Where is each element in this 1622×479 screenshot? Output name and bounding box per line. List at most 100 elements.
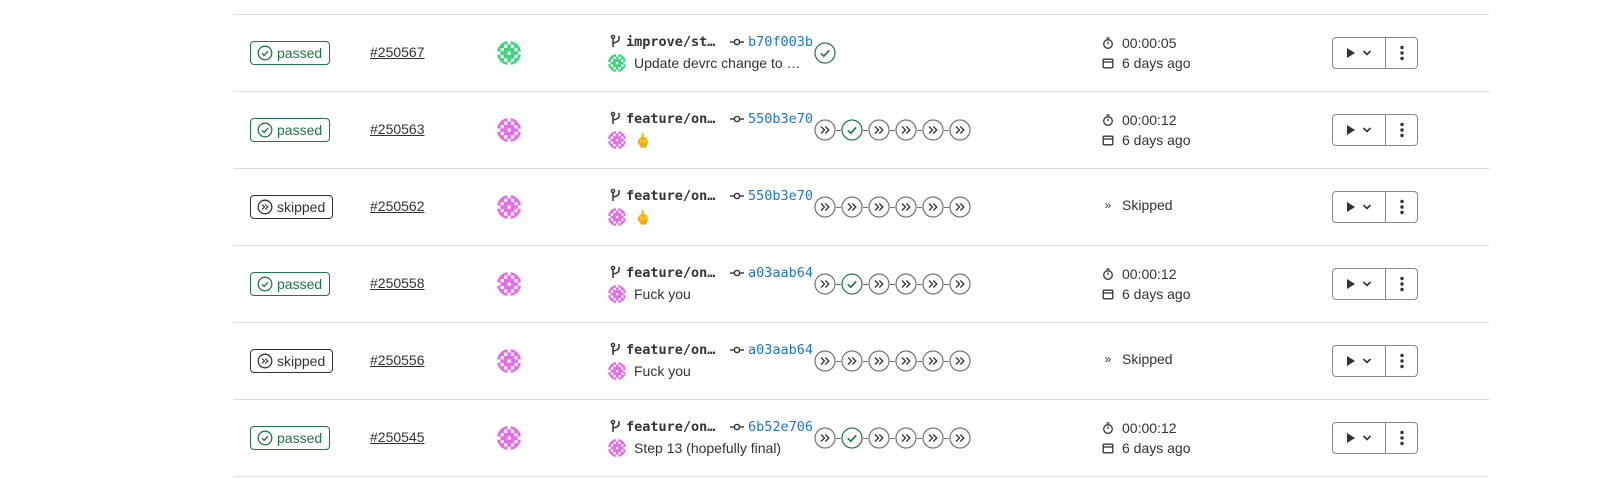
stage-skipped-icon[interactable] [868,196,890,218]
kebab-icon [1399,122,1404,138]
user-avatar[interactable] [497,349,521,373]
branch-link[interactable]: feature/onp… [626,265,722,281]
run-manual-job-dropdown[interactable] [1332,345,1386,377]
stage-skipped-icon[interactable] [949,273,971,295]
stage-skipped-icon[interactable] [949,350,971,372]
stage-skipped-icon[interactable] [868,119,890,141]
pipeline-id-link[interactable]: #250545 [370,429,425,445]
user-avatar[interactable] [497,272,521,296]
user-avatar[interactable] [497,41,521,65]
stage-skipped-icon[interactable] [895,350,917,372]
run-manual-job-dropdown[interactable] [1332,422,1386,454]
duration-text: 00:00:05 [1122,35,1177,51]
stage-skipped-icon[interactable] [841,196,863,218]
commit-sha-link[interactable]: b70f003b [748,34,813,50]
commit-title-link[interactable]: 🖕 [634,132,651,149]
user-avatar[interactable] [497,195,521,219]
status-badge[interactable]: passed [250,272,331,296]
stage-skipped-icon[interactable] [814,119,836,141]
commit-author-avatar[interactable] [608,208,626,226]
stage-skipped-icon[interactable] [922,119,944,141]
commit-sha-link[interactable]: 6b52e706 [748,419,813,435]
pipeline-id-link[interactable]: #250563 [370,121,425,137]
stage-skipped-icon[interactable] [949,427,971,449]
pipeline-stages [814,350,971,372]
more-actions-button[interactable] [1386,345,1418,377]
stage-skipped-icon[interactable] [949,119,971,141]
commit-author-avatar[interactable] [608,54,626,72]
more-actions-button[interactable] [1386,268,1418,300]
commit-author-avatar[interactable] [608,285,626,303]
more-actions-button[interactable] [1386,191,1418,223]
branch-link[interactable]: feature/onp… [626,188,722,204]
stage-skipped-icon[interactable] [814,196,836,218]
commit-sha-link[interactable]: 550b3e70 [748,111,813,127]
status-badge[interactable]: passed [250,426,331,450]
pipeline-row: passed #250558 feature/onp… a03aab64 Fuc… [234,246,1489,323]
branch-link[interactable]: feature/onp… [626,342,722,358]
commit-title-link[interactable]: Fuck you [634,363,691,379]
run-manual-job-dropdown[interactable] [1332,37,1386,69]
status-badge[interactable]: skipped [250,195,334,219]
chevron-down-icon [1362,49,1372,57]
status-badge[interactable]: skipped [250,349,334,373]
run-manual-job-dropdown[interactable] [1332,268,1386,300]
stage-skipped-icon[interactable] [922,196,944,218]
status-badge[interactable]: passed [250,41,331,65]
commit-author-avatar[interactable] [608,131,626,149]
stage-skipped-icon[interactable] [895,427,917,449]
branch-link[interactable]: feature/onp… [626,111,722,127]
stage-skipped-icon[interactable] [814,427,836,449]
pipeline-timing: 00:00:12 6 days ago [1102,264,1191,304]
commit-sha-link[interactable]: a03aab64 [748,265,813,281]
stage-skipped-icon[interactable] [868,273,890,295]
pipeline-skipped-timing: » Skipped [1102,197,1173,213]
stage-skipped-icon[interactable] [895,119,917,141]
status-icon [257,353,273,369]
table-top-divider [234,0,1489,15]
stage-passed-icon[interactable] [841,427,863,449]
stage-skipped-icon[interactable] [922,427,944,449]
user-avatar[interactable] [497,426,521,450]
stage-skipped-icon[interactable] [841,350,863,372]
stage-skipped-icon[interactable] [868,350,890,372]
commit-title-link[interactable]: Step 13 (hopefully final) [634,440,781,456]
commit-author-avatar[interactable] [608,439,626,457]
commit-title-link[interactable]: Update devrc change to … [634,55,801,71]
more-actions-button[interactable] [1386,37,1418,69]
run-manual-job-dropdown[interactable] [1332,114,1386,146]
stage-skipped-icon[interactable] [949,196,971,218]
stage-skipped-icon[interactable] [868,427,890,449]
more-actions-button[interactable] [1386,114,1418,146]
stage-skipped-icon[interactable] [895,196,917,218]
more-actions-button[interactable] [1386,422,1418,454]
commit-sha-link[interactable]: a03aab64 [748,342,813,358]
pipeline-id-link[interactable]: #250562 [370,198,425,214]
branch-link[interactable]: improve/stg… [626,34,722,50]
pipeline-row: skipped #250556 feature/onp… a03aab64 Fu… [234,323,1489,400]
skipped-text: Skipped [1122,351,1173,367]
ref-line: feature/onp… 550b3e70 [610,186,813,206]
stage-skipped-icon[interactable] [922,273,944,295]
pipeline-id-link[interactable]: #250567 [370,44,425,60]
commit-author-avatar[interactable] [608,362,626,380]
commit-title-link[interactable]: Fuck you [634,286,691,302]
stage-passed-icon[interactable] [841,119,863,141]
stage-passed-icon[interactable] [841,273,863,295]
stage-skipped-icon[interactable] [814,350,836,372]
status-icon [257,430,273,446]
commit-sha-link[interactable]: 550b3e70 [748,188,813,204]
branch-link[interactable]: feature/onp… [626,419,722,435]
pipeline-id-link[interactable]: #250558 [370,275,425,291]
user-avatar[interactable] [497,118,521,142]
stage-skipped-icon[interactable] [922,350,944,372]
commit-title-link[interactable]: 🖕 [634,209,651,226]
stage-passed-icon[interactable] [814,42,836,64]
stage-skipped-icon[interactable] [895,273,917,295]
commit-icon [730,419,744,435]
stage-skipped-icon[interactable] [814,273,836,295]
pipeline-id-link[interactable]: #250556 [370,352,425,368]
run-manual-job-dropdown[interactable] [1332,191,1386,223]
kebab-icon [1399,430,1404,446]
status-badge[interactable]: passed [250,118,331,142]
